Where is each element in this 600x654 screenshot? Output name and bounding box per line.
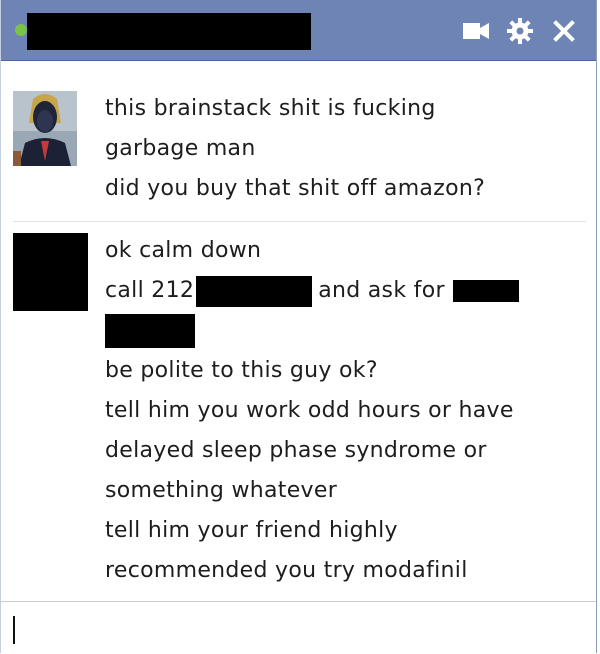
message-line-phone: call 212 and ask for: [105, 271, 586, 311]
redacted-avatar[interactable]: [13, 233, 88, 311]
chat-window: this brainstack shit is fucking garbage …: [0, 0, 597, 654]
redacted-contact-name: [27, 13, 311, 50]
message-line: tell him your friend highly: [105, 518, 398, 543]
close-icon[interactable]: [550, 17, 578, 45]
message-line-redacted: [105, 311, 586, 351]
online-status-icon: [15, 24, 27, 36]
message-line: recommended you try modafinil: [105, 558, 468, 583]
friend-avatar[interactable]: [13, 91, 77, 166]
message-text: call 212: [105, 278, 195, 303]
message-divider: [13, 221, 586, 222]
message-line: something whatever: [105, 478, 338, 503]
video-camera-icon[interactable]: [462, 17, 490, 45]
redacted-phone-number: [196, 275, 313, 307]
message-line: garbage man: [105, 136, 256, 161]
message-line: delayed sleep phase syndrome or: [105, 438, 487, 463]
gear-icon[interactable]: [506, 17, 534, 45]
message-line: this brainstack shit is fucking: [105, 96, 436, 121]
redacted-name: [105, 314, 195, 348]
message-line: ok calm down: [105, 238, 262, 263]
redacted-name: [452, 280, 519, 302]
message-text: and ask for: [318, 278, 445, 303]
message-input[interactable]: [1, 601, 596, 654]
text-caret: [13, 616, 15, 644]
message-list[interactable]: this brainstack shit is fucking garbage …: [1, 61, 596, 601]
chat-titlebar[interactable]: [1, 0, 596, 61]
message-line: did you buy that shit off amazon?: [105, 176, 486, 201]
message-line: tell him you work odd hours or have: [105, 398, 514, 423]
message-line: be polite to this guy ok?: [105, 358, 378, 383]
